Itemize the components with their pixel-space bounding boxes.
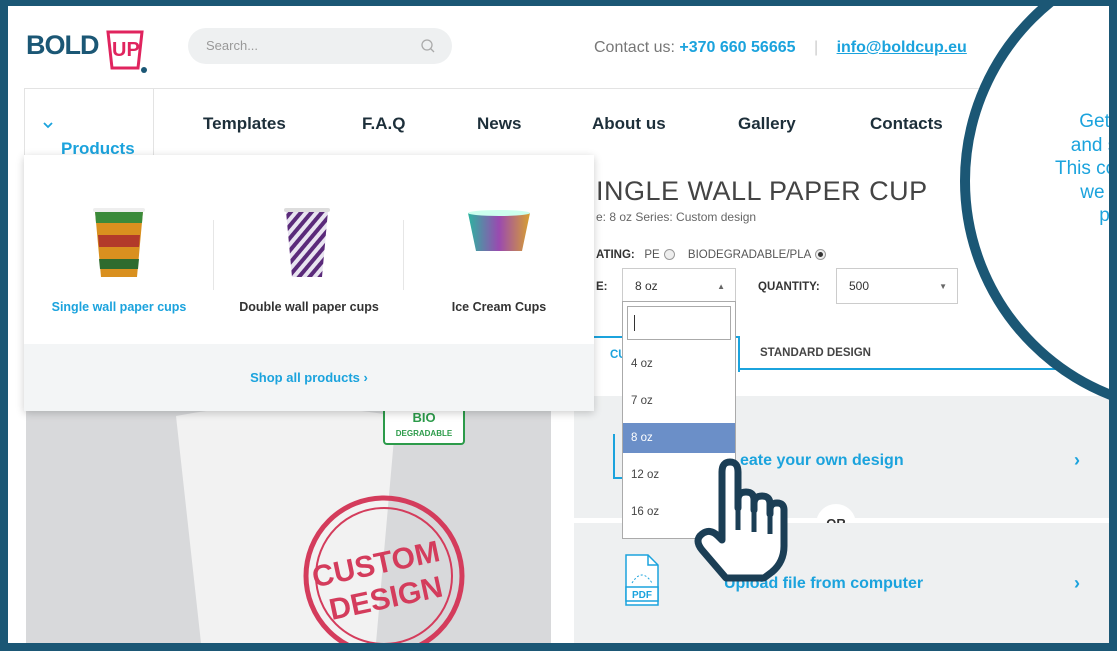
callout-line: and siz xyxy=(1070,134,1109,156)
coating-bio-radio[interactable] xyxy=(815,249,827,261)
nav-divider xyxy=(24,88,1109,89)
callout-line: Get th xyxy=(1079,111,1109,132)
phone-link[interactable]: +370 660 56665 xyxy=(679,39,795,56)
bio-badge-text: BIO xyxy=(412,410,435,425)
product-label: Ice Cream Cups xyxy=(451,300,547,314)
quantity-select-value: 500 xyxy=(849,279,870,293)
tab-standard-design[interactable]: STANDARD DESIGN xyxy=(760,347,871,359)
shop-all-products[interactable]: Shop all products › xyxy=(24,344,594,411)
chevron-right-icon: › xyxy=(1074,450,1080,470)
quantity-select[interactable]: 500 ▼ xyxy=(836,268,958,304)
chevron-down-icon xyxy=(43,122,53,129)
nav-item-faq[interactable]: F.A.Q xyxy=(362,114,405,134)
quantity-label: QUANTITY: xyxy=(758,281,820,293)
size-option[interactable]: 7 oz xyxy=(623,386,735,416)
nav-item-products[interactable]: Products xyxy=(24,89,154,158)
search-icon[interactable] xyxy=(420,38,436,54)
product-single-wall[interactable]: Single wall paper cups xyxy=(24,155,214,343)
degradable-badge-text: DEGRADABLE xyxy=(396,429,453,438)
product-image: BIO DEGRADABLE CUSTOM DESIGN xyxy=(26,386,551,643)
contact-label: Contact us: xyxy=(594,39,675,56)
callout-line: we ha xyxy=(1080,181,1109,203)
chevron-up-icon: ▲ xyxy=(717,282,725,291)
callout-text: Get th and siz This coul we ha pop xyxy=(991,110,1109,228)
pdf-file-icon: PDF xyxy=(625,554,659,606)
boldcup-logo[interactable]: BOLD UP xyxy=(26,20,166,78)
email-link[interactable]: info@boldcup.eu xyxy=(837,39,967,56)
pdf-label: PDF xyxy=(632,590,652,601)
product-label: Double wall paper cups xyxy=(239,300,379,314)
text-caret xyxy=(634,315,635,331)
chevron-down-icon: ▼ xyxy=(939,282,947,291)
single-wall-cup-image xyxy=(93,208,145,277)
coating-pe-radio[interactable] xyxy=(663,249,675,261)
nav-item-news[interactable]: News xyxy=(477,114,521,134)
product-label: Single wall paper cups xyxy=(51,300,187,314)
products-mega-menu: Single wall paper cups Double wall paper… xyxy=(24,155,594,411)
product-ice-cream[interactable]: Ice Cream Cups xyxy=(404,155,594,343)
product-title: INGLE WALL PAPER CUP xyxy=(596,176,928,206)
product-photo: BIO DEGRADABLE CUSTOM DESIGN xyxy=(26,386,551,643)
nav-item-about[interactable]: About us xyxy=(592,114,666,134)
size-option-selected[interactable]: 8 oz xyxy=(623,423,735,453)
contact-info: Contact us: +370 660 56665 | info@boldcu… xyxy=(594,39,967,57)
cup-logo-icon: UP xyxy=(106,30,147,73)
double-wall-cup-image xyxy=(284,208,330,277)
nav-item-contacts[interactable]: Contacts xyxy=(870,114,943,134)
callout-line: pop xyxy=(1099,205,1109,226)
size-label: E: xyxy=(596,281,608,293)
coating-row: ATING: PE BIODEGRADABLE/PLA xyxy=(596,249,836,261)
size-dropdown-search[interactable] xyxy=(627,306,731,340)
size-option[interactable]: 4 oz xyxy=(623,349,735,379)
svg-text:UP: UP xyxy=(112,39,140,61)
coating-pe-label: PE xyxy=(644,249,660,261)
size-select[interactable]: 8 oz ▲ xyxy=(622,268,736,304)
contact-separator: | xyxy=(813,39,819,56)
logo-text: BOLD xyxy=(26,30,99,60)
shop-all-link[interactable]: Shop all products › xyxy=(24,370,594,385)
chevron-right-icon: › xyxy=(1074,573,1080,593)
search-input[interactable]: Search... xyxy=(188,28,452,64)
upload-file-option[interactable]: PDF Upload file from computer › xyxy=(574,523,1109,643)
coating-label: ATING: xyxy=(596,249,635,261)
nav-item-templates[interactable]: Templates xyxy=(203,114,286,134)
nav-item-gallery[interactable]: Gallery xyxy=(738,114,796,134)
callout-line: This coul xyxy=(1054,158,1109,179)
product-double-wall[interactable]: Double wall paper cups xyxy=(214,155,404,343)
search-placeholder: Search... xyxy=(206,38,259,53)
ice-cream-cup-image xyxy=(468,210,530,251)
product-subtitle: e: 8 oz Series: Custom design xyxy=(596,210,757,224)
browser-frame: BOLD UP Search... Contact us: +370 660 5… xyxy=(8,6,1109,643)
hand-pointer-icon xyxy=(694,458,788,582)
coating-bio-label: BIODEGRADABLE/PLA xyxy=(687,249,812,261)
size-select-value: 8 oz xyxy=(635,279,658,293)
